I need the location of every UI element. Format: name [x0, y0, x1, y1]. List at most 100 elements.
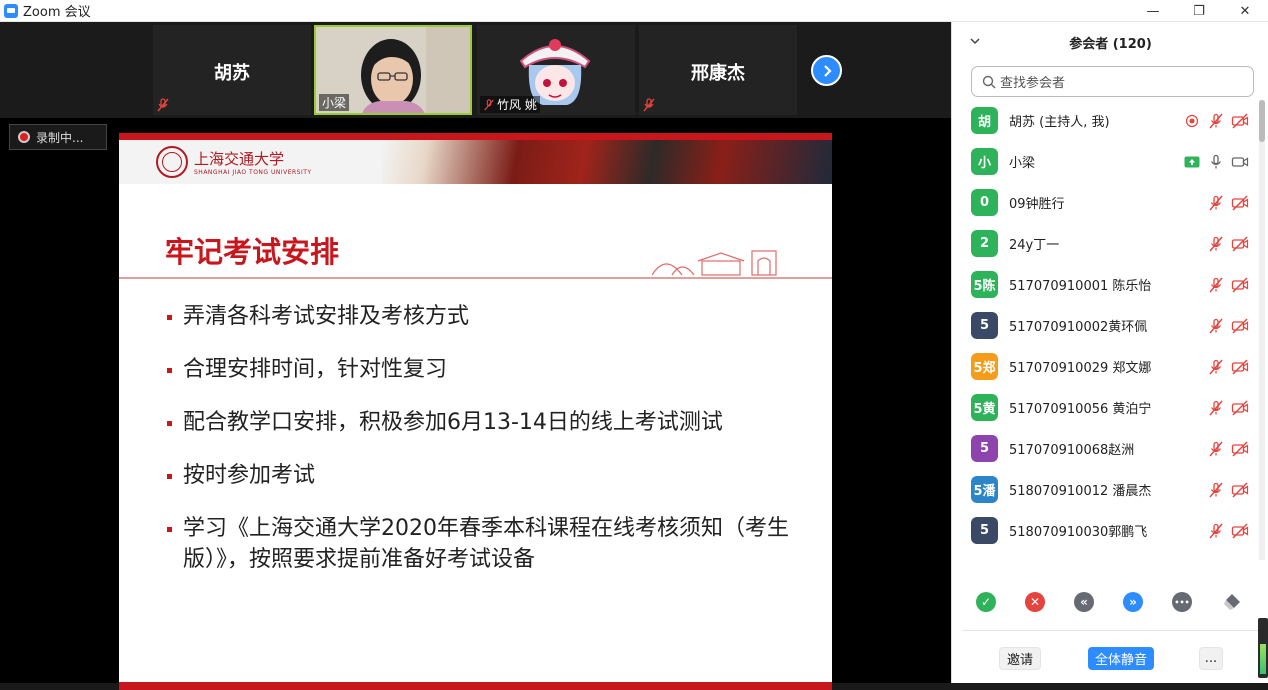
participant-name: 24y丁一	[1009, 238, 1060, 253]
window-titlebar: Zoom 会议 — ❐ ✕	[0, 0, 1268, 22]
invite-button[interactable]: 邀请	[999, 647, 1042, 670]
participant-row[interactable]: 0 09钟胜行	[952, 182, 1257, 223]
participant-row[interactable]: 5郑 517070910029 郑文娜	[952, 346, 1257, 387]
mic-muted-icon[interactable]	[1207, 194, 1225, 212]
video-off-icon[interactable]	[1231, 112, 1249, 130]
participant-status-icons	[1207, 522, 1249, 540]
audio-level-meter	[1258, 618, 1268, 678]
slide-bullets: 弄清各科考试安排及考核方式 合理安排时间，针对性复习 配合教学口安排，积极参加6…	[167, 301, 807, 597]
participant-row[interactable]: 2 24y丁一	[952, 223, 1257, 264]
video-tile[interactable]: 邢康杰	[639, 25, 797, 115]
mic-muted-icon[interactable]	[1207, 481, 1225, 499]
participant-name: 517070910056 黄泊宁	[1009, 402, 1152, 417]
participant-status-icons	[1207, 399, 1249, 417]
participant-row[interactable]: 5黄 517070910056 黄泊宁	[952, 387, 1257, 428]
mic-muted-icon	[643, 98, 655, 112]
bullet-item: 合理安排时间，针对性复习	[167, 354, 807, 385]
participants-header: 参会者 (120)	[952, 22, 1268, 62]
recording-icon	[1183, 112, 1201, 130]
participant-name-label: 竹风 姚	[480, 96, 540, 113]
participant-status-icons	[1207, 194, 1249, 212]
reaction-clear-button[interactable]	[1222, 592, 1242, 612]
campus-gate-icon	[652, 250, 777, 276]
participant-status-icons	[1207, 276, 1249, 294]
video-tile-active-speaker[interactable]: 小梁	[314, 25, 472, 115]
video-strip: 胡苏 小梁 竹风 姚 邢康杰	[0, 22, 951, 118]
university-logo: 上海交通大学 SHANGHAI JIAO TONG UNIVERSITY	[156, 146, 312, 178]
video-off-icon[interactable]	[1231, 440, 1249, 458]
reaction-faster-button[interactable]: »	[1123, 592, 1143, 612]
panel-separator	[962, 630, 1259, 631]
participant-name: 517070910002黄环佩	[1009, 320, 1148, 335]
screen-share-icon	[1183, 153, 1201, 171]
more-options-button[interactable]: ...	[1199, 647, 1223, 670]
video-tile[interactable]: 竹风 姚	[477, 25, 635, 115]
video-off-icon[interactable]	[1231, 358, 1249, 376]
participant-status-icons	[1183, 153, 1249, 171]
reaction-bar: ✓ ✕ « » •••	[952, 588, 1268, 618]
avatar: 5	[971, 312, 998, 339]
video-tile[interactable]: 胡苏	[153, 25, 311, 115]
slide-title: 牢记考试安排	[165, 235, 340, 269]
bullet-item: 按时参加考试	[167, 460, 807, 491]
video-off-icon[interactable]	[1231, 194, 1249, 212]
mic-muted-icon[interactable]	[1207, 399, 1225, 417]
video-off-icon[interactable]	[1231, 481, 1249, 499]
participant-name: 518070910012 潘晨杰	[1009, 484, 1152, 499]
mic-muted-icon[interactable]	[1207, 276, 1225, 294]
participant-search-input[interactable]: 查找参会者	[971, 66, 1254, 97]
participant-name: 小梁	[1009, 156, 1036, 171]
mic-muted-icon[interactable]	[1207, 440, 1225, 458]
participant-row[interactable]: 5潘 518070910012 潘晨杰	[952, 469, 1257, 510]
mic-muted-icon	[157, 98, 169, 112]
bullet-item: 配合教学口安排，积极参加6月13-14日的线上考试测试	[167, 407, 807, 438]
mic-muted-icon[interactable]	[1207, 112, 1225, 130]
avatar: 2	[971, 230, 998, 257]
participant-row[interactable]: 小小梁	[952, 141, 1257, 182]
reaction-yes-button[interactable]: ✓	[976, 592, 996, 612]
participant-row[interactable]: 5 517070910068赵洲	[952, 428, 1257, 469]
video-icon[interactable]	[1231, 153, 1249, 171]
video-off-icon[interactable]	[1231, 235, 1249, 253]
collapse-panel-button[interactable]	[970, 35, 980, 48]
participant-name: 517070910001 陈乐怡	[1009, 279, 1152, 294]
video-off-icon[interactable]	[1231, 399, 1249, 417]
record-icon	[18, 131, 30, 143]
avatar: 5	[971, 517, 998, 544]
reaction-no-button[interactable]: ✕	[1025, 592, 1045, 612]
video-off-icon[interactable]	[1231, 317, 1249, 335]
maximize-button[interactable]: ❐	[1176, 0, 1222, 22]
recording-indicator[interactable]: 录制中...	[9, 124, 107, 150]
reaction-more-button[interactable]: •••	[1172, 592, 1192, 612]
avatar: 5黄	[971, 394, 998, 421]
participant-status-icons	[1207, 317, 1249, 335]
mic-icon[interactable]	[1207, 153, 1225, 171]
next-page-button[interactable]	[811, 55, 842, 86]
avatar: 0	[971, 189, 998, 216]
minimize-button[interactable]: —	[1130, 0, 1176, 22]
participant-row[interactable]: 5陈 517070910001 陈乐怡	[952, 264, 1257, 305]
close-button[interactable]: ✕	[1222, 0, 1268, 22]
participant-row[interactable]: 5 517070910002黄环佩	[952, 305, 1257, 346]
meeting-area: 胡苏 小梁 竹风 姚 邢康杰 录制中... 上海交通大学 SHANGHAI JI…	[0, 22, 951, 690]
participant-name-large: 胡苏	[214, 63, 250, 84]
participant-row[interactable]: 胡胡苏 (主持人, 我)	[952, 100, 1257, 141]
participant-name: 胡苏 (主持人, 我)	[1009, 115, 1110, 130]
participant-list-scrollbar[interactable]	[1259, 100, 1265, 560]
participants-count-title: 参会者 (120)	[1069, 36, 1152, 52]
reaction-slower-button[interactable]: «	[1074, 592, 1094, 612]
participant-name-large: 邢康杰	[691, 63, 745, 84]
scrollbar-thumb[interactable]	[1259, 100, 1265, 142]
participant-row[interactable]: 5 518070910030郭鹏飞	[952, 510, 1257, 551]
mic-muted-icon[interactable]	[1207, 317, 1225, 335]
header-roof-image	[382, 140, 832, 184]
video-off-icon[interactable]	[1231, 522, 1249, 540]
mic-muted-icon[interactable]	[1207, 522, 1225, 540]
mute-all-button[interactable]: 全体静音	[1088, 647, 1155, 670]
avatar: 5郑	[971, 353, 998, 380]
participant-name: 517070910029 郑文娜	[1009, 361, 1152, 376]
mic-muted-icon[interactable]	[1207, 358, 1225, 376]
slide-header: 上海交通大学 SHANGHAI JIAO TONG UNIVERSITY	[119, 140, 832, 184]
video-off-icon[interactable]	[1231, 276, 1249, 294]
mic-muted-icon[interactable]	[1207, 235, 1225, 253]
